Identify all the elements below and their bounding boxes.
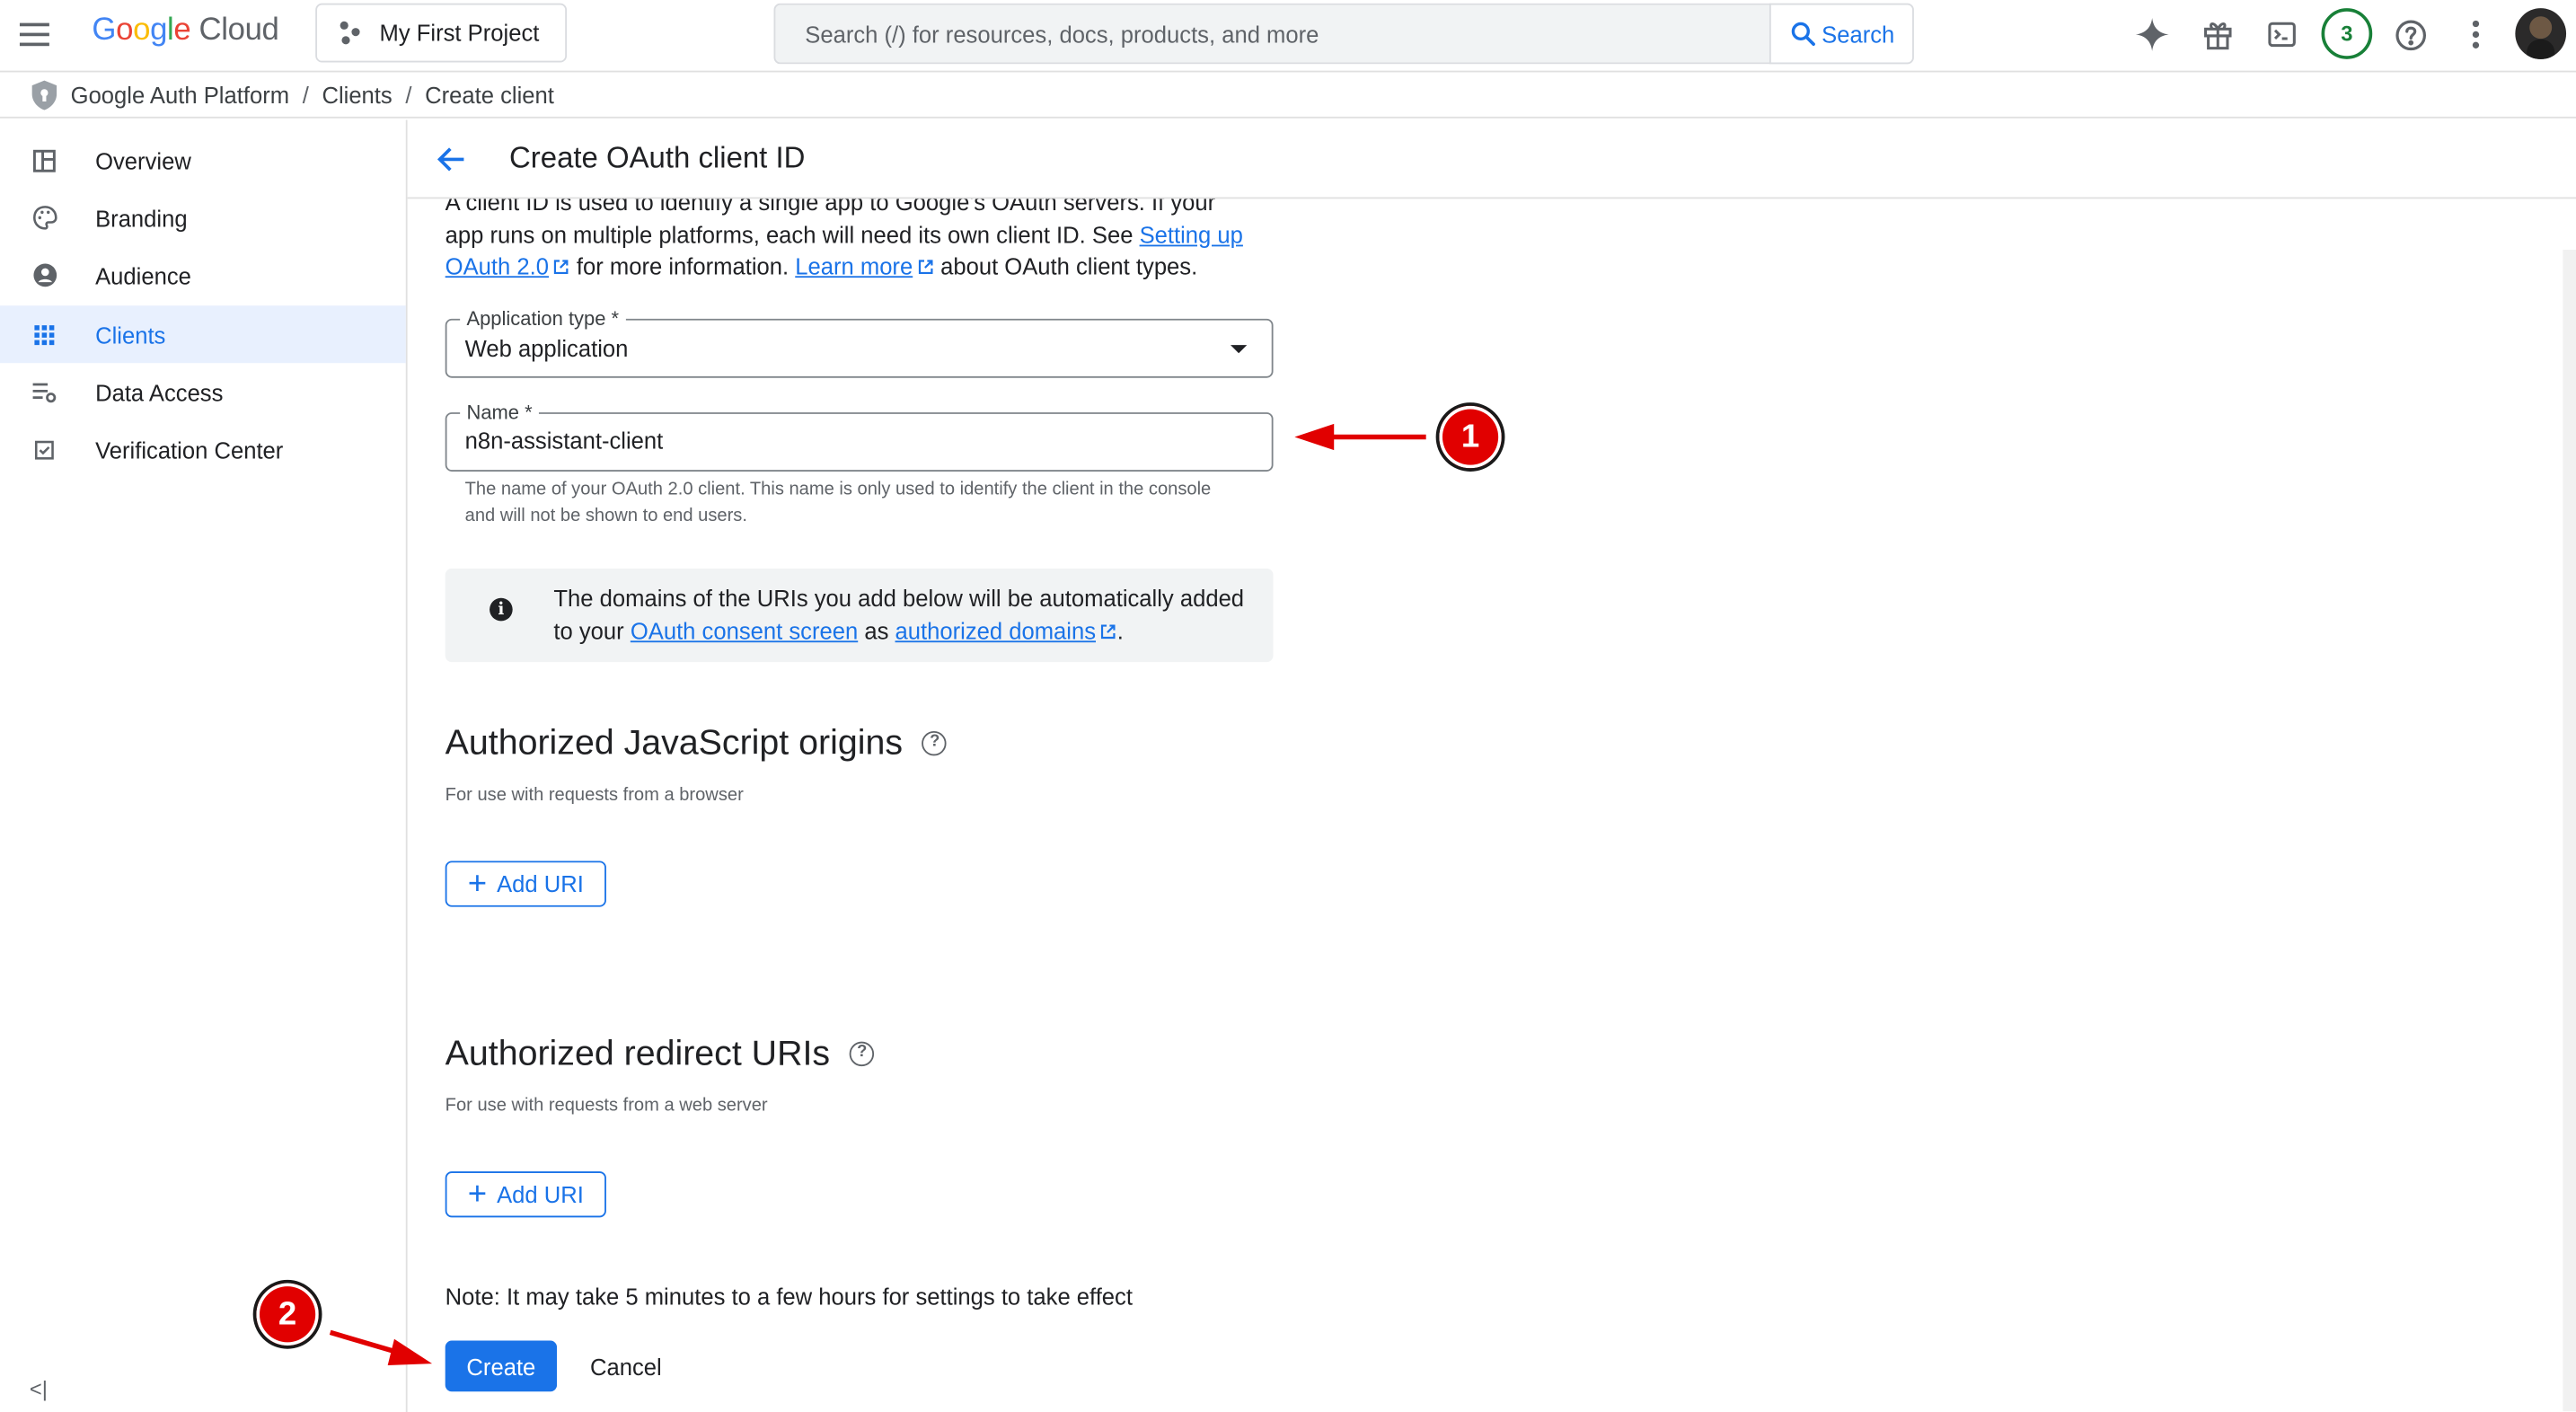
add-redirect-uri-button[interactable]: + Add URI (445, 1171, 606, 1218)
info-banner-text: The domains of the URIs you add below wi… (553, 583, 1251, 648)
external-link-icon (918, 260, 932, 275)
application-type-select[interactable]: Application type * Web application (445, 307, 1274, 378)
intro-text-part: for more information. (569, 253, 796, 280)
learn-more-link[interactable]: Learn more (795, 253, 913, 279)
project-hierarchy-icon (340, 21, 364, 45)
plus-icon: + (467, 1176, 488, 1213)
sidebar-item-branding[interactable]: Branding (0, 189, 406, 246)
search-button-label: Search (1822, 20, 1895, 48)
cancel-button[interactable]: Cancel (572, 1341, 681, 1392)
info-icon: i (490, 597, 513, 622)
more-vert-icon[interactable] (2455, 13, 2498, 57)
gift-icon[interactable] (2197, 13, 2240, 57)
annotation-callout-2: 2 (252, 1279, 322, 1349)
sidebar-item-data-access[interactable]: Data Access (0, 363, 406, 420)
top-app-bar: GoogleCloud My First Project Search 3 (0, 0, 2576, 73)
search-button[interactable]: Search (1769, 3, 1914, 65)
breadcrumb-item-auth-platform[interactable]: Google Auth Platform (71, 82, 289, 108)
redirect-uris-subtitle: For use with requests from a web server (445, 1096, 768, 1116)
redirect-uris-title-text: Authorized redirect URIs (445, 1033, 831, 1073)
application-type-label: Application type * (460, 307, 626, 331)
data-access-icon (31, 379, 57, 405)
avatar[interactable] (2515, 8, 2567, 59)
breadcrumb-bar: Google Auth Platform / Clients / Create … (0, 74, 2576, 119)
redirect-uris-section-title: Authorized redirect URIs ? (446, 1034, 875, 1075)
plus-icon: + (467, 865, 488, 903)
external-link-icon (1100, 623, 1116, 639)
create-button[interactable]: Create (445, 1340, 558, 1392)
google-cloud-logo[interactable]: Google Cloud (92, 13, 278, 49)
name-label: Name * (460, 401, 539, 424)
cloud-shell-icon[interactable] (2261, 13, 2304, 57)
sidebar-item-clients[interactable]: Clients (0, 305, 406, 364)
sidebar-item-label: Data Access (95, 378, 224, 405)
help-icon[interactable] (2389, 13, 2432, 57)
breadcrumb-item-clients[interactable]: Clients (322, 82, 392, 108)
verified-checkbox-icon (31, 437, 57, 463)
info-banner: i The domains of the URIs you add below … (445, 568, 1274, 663)
breadcrumb-separator: / (302, 82, 309, 109)
account-circle-icon (31, 262, 57, 288)
help-circle-icon[interactable]: ? (850, 1041, 875, 1067)
shield-icon (31, 80, 57, 110)
google-wordmark: Google (92, 13, 191, 49)
add-uri-label: Add URI (497, 870, 584, 897)
search-input[interactable] (805, 20, 1771, 48)
menu-icon[interactable] (19, 16, 56, 52)
sidebar-item-label: Overview (95, 146, 191, 173)
add-uri-label: Add URI (497, 1181, 584, 1208)
sidebar-item-label: Clients (95, 321, 166, 348)
breadcrumb: Google Auth Platform / Clients / Create … (30, 79, 554, 112)
name-input[interactable] (464, 427, 1254, 454)
search-field[interactable] (773, 3, 1771, 65)
back-arrow-icon[interactable] (434, 141, 470, 177)
breadcrumb-item-create-client: Create client (425, 82, 554, 109)
notifications-badge[interactable]: 3 (2321, 8, 2373, 59)
sidebar-item-label: Audience (95, 261, 191, 289)
info-text-part: as (858, 616, 895, 644)
scrollbar[interactable] (2563, 250, 2576, 1412)
page-header: Create OAuth client ID (407, 119, 2576, 199)
page-title: Create OAuth client ID (509, 141, 806, 174)
arrow-to-name-field (1294, 423, 1426, 451)
help-circle-icon[interactable]: ? (922, 730, 948, 756)
js-origins-title-text: Authorized JavaScript origins (445, 722, 904, 763)
gemini-spark-icon[interactable] (2130, 13, 2174, 57)
name-field[interactable]: Name * (445, 401, 1274, 472)
collapse-sidebar-button[interactable]: <| (30, 1377, 48, 1401)
intro-text-part: about OAuth client types. (933, 253, 1198, 280)
sidebar-item-label: Branding (95, 204, 188, 231)
sidebar: Overview Branding Audience Clients Data … (0, 119, 408, 1412)
js-origins-subtitle: For use with requests from a browser (445, 785, 744, 806)
project-name: My First Project (379, 19, 540, 47)
intro-text: A client ID is used to identify a single… (446, 188, 1258, 285)
js-origins-section-title: Authorized JavaScript origins ? (446, 723, 948, 764)
info-text-part: . (1116, 616, 1124, 644)
project-picker-button[interactable]: My First Project (315, 3, 568, 63)
dashboard-icon (31, 147, 57, 173)
authorized-domains-link[interactable]: authorized domains (895, 617, 1096, 643)
external-link-icon (553, 260, 569, 275)
add-js-origin-uri-button[interactable]: + Add URI (445, 860, 606, 907)
application-type-value: Web application (464, 335, 629, 362)
annotation-callout-1: 1 (1435, 402, 1505, 472)
oauth-consent-screen-link[interactable]: OAuth consent screen (631, 617, 858, 643)
settings-note: Note: It may take 5 minutes to a few hou… (445, 1283, 1133, 1310)
sidebar-item-overview[interactable]: Overview (0, 131, 406, 189)
breadcrumb-separator: / (405, 82, 412, 109)
sidebar-item-label: Verification Center (95, 436, 284, 463)
dropdown-arrow-icon (1230, 345, 1248, 354)
search-icon (1791, 22, 1815, 46)
cloud-wordmark: Cloud (198, 13, 279, 49)
palette-icon (31, 205, 57, 231)
sidebar-item-audience[interactable]: Audience (0, 246, 406, 304)
apps-grid-icon (31, 322, 57, 348)
name-helper-text: The name of your OAuth 2.0 client. This … (464, 480, 1212, 526)
sidebar-item-verification-center[interactable]: Verification Center (0, 420, 406, 478)
